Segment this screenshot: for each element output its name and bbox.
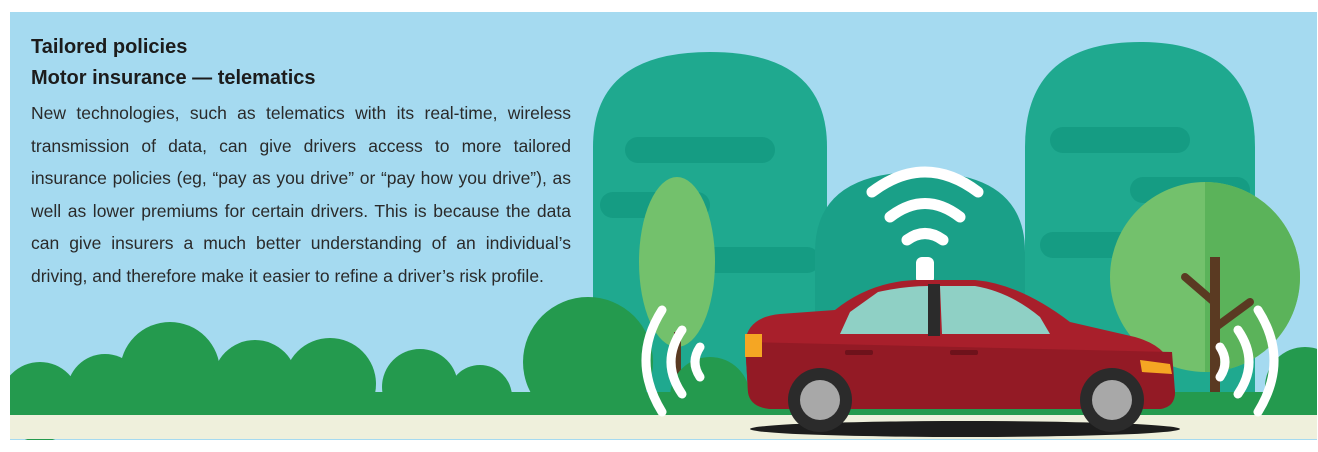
body-paragraph: New technologies, such as telematics wit… [31,103,571,286]
text-panel: Tailored policies Motor insurance — tele… [31,32,571,292]
subheading: Motor insurance — telematics [31,67,316,89]
telematics-banner: Tailored policies Motor insurance — tele… [10,12,1317,440]
heading: Tailored policies [31,36,188,58]
car-antenna [916,257,934,284]
